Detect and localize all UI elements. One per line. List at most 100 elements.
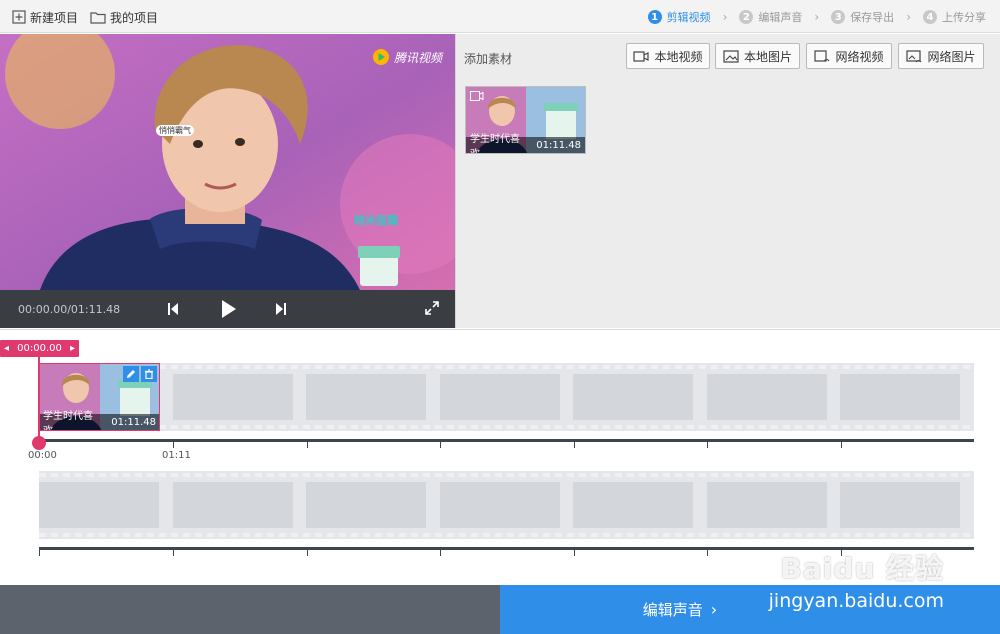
step-label: 保存导出 [850,11,895,24]
chevron-right-icon: › [710,600,718,619]
playhead-line[interactable] [38,357,40,443]
step-label: 上传分享 [942,11,986,24]
ruler-tick [707,442,708,448]
button-label: 网络图片 [927,49,976,64]
ruler-tick [307,550,308,556]
step-upload-share[interactable]: 4 上传分享 [923,9,986,25]
watermark-url: jingyan.baidu.com [768,590,944,612]
my-projects-button[interactable]: 我的项目 [90,8,158,26]
network-image-icon [906,50,922,63]
top-toolbar: 新建项目 我的项目 1 剪辑视频 › 2 编辑声音 › 3 保存导出 › 4 上… [0,0,1000,33]
ruler-tick [307,442,308,448]
thumbnail-caption: 学生时代喜欢... 01:11.48 [466,134,585,153]
material-duration: 01:11.48 [536,139,581,151]
fullscreen-button[interactable] [424,300,440,319]
baidu-watermark: Baidu 经验 [780,552,944,585]
play-icon [222,300,236,318]
skip-forward-icon [276,303,286,315]
video-track[interactable] [39,363,974,431]
pencil-icon [127,370,135,378]
new-project-label: 新建项目 [30,10,79,25]
audio-track[interactable] [39,471,974,539]
empty-slot [440,374,560,420]
timeline-clip[interactable]: 学生时代喜欢... 01:11.48 [39,363,160,431]
empty-slot [39,482,159,528]
materials-title: 添加素材 [464,52,513,66]
chevron-right-icon: › [814,10,820,24]
ruler-tick [841,442,842,448]
step-edit-audio[interactable]: 2 编辑声音 [739,9,802,25]
previous-button[interactable] [166,300,180,321]
trash-icon [145,369,153,379]
empty-slot [173,482,293,528]
empty-slot [707,374,827,420]
clip-duration: 01:11.48 [111,416,156,428]
edit-clip-button[interactable] [123,366,139,382]
button-label: 本地视频 [654,49,703,64]
ruler-tick [574,550,575,556]
ruler-tick [173,442,174,448]
ruler-tick [39,550,40,556]
step-save-export[interactable]: 3 保存导出 [831,9,894,25]
step-number: 4 [923,10,937,24]
materials-panel: 添加素材 本地视频 本地图片 网络视频 网络图片 学生时代喜 01:11.48 [455,34,1000,328]
next-button[interactable] [274,300,288,321]
caret-left-icon: ◂ [4,343,10,354]
step-edit-video[interactable]: 1 剪辑视频 [647,9,711,25]
material-thumbnail[interactable]: 学生时代喜欢... 01:11.48 [465,86,586,154]
empty-slot [440,482,560,528]
video-preview[interactable]: 腾讯视频 悄悄霸气 晓米面霜 [0,34,455,290]
step-number: 1 [647,10,662,24]
ruler-tick [440,442,441,448]
play-logo-icon [373,49,389,65]
network-image-button[interactable]: 网络图片 [898,43,984,69]
empty-slot [840,374,960,420]
video-type-icon [470,91,484,101]
step-indicator: 1 剪辑视频 › 2 编辑声音 › 3 保存导出 › 4 上传分享 [647,8,986,26]
step-number: 3 [831,10,846,24]
new-project-icon [12,10,26,24]
video-add-icon [633,51,650,62]
local-video-button[interactable]: 本地视频 [626,43,710,69]
ruler-tick [440,550,441,556]
playhead-handle[interactable] [32,436,46,450]
empty-slot [306,482,426,528]
chevron-right-icon: › [906,10,911,24]
ruler-tick [574,442,575,448]
empty-slot [306,374,426,420]
empty-slot [573,482,693,528]
new-project-button[interactable]: 新建项目 [12,8,78,26]
step-label: 剪辑视频 [666,11,711,24]
ruler-label: 01:11 [162,450,191,461]
footer-left [0,585,500,634]
material-name: 学生时代喜欢... [470,134,520,153]
local-image-button[interactable]: 本地图片 [715,43,800,69]
network-video-button[interactable]: 网络视频 [806,43,892,69]
fullscreen-icon [425,301,439,315]
time-ruler[interactable] [39,439,974,442]
empty-slot [707,482,827,528]
next-step-label: 编辑声音 [642,601,703,619]
delete-clip-button[interactable] [141,366,157,382]
clip-tools [123,366,157,382]
brand-label: 腾讯视频 [394,50,443,65]
play-button[interactable] [220,298,238,323]
playhead-time[interactable]: ◂ 00:00.00 ▸ [0,340,79,357]
skip-back-icon [168,303,178,315]
player-controls: 00:00.00/01:11.48 [0,290,455,328]
video-frame [0,34,455,290]
folder-icon [90,12,106,24]
ruler-label: 00:00 [28,450,57,461]
step-number: 2 [739,10,754,24]
empty-slot [173,374,293,420]
clip-caption: 学生时代喜欢... 01:11.48 [40,411,159,430]
image-add-icon [723,50,739,63]
playhead-label: 00:00.00 [17,343,62,354]
step-label: 编辑声音 [758,11,803,24]
clip-name: 学生时代喜欢... [43,411,93,430]
chevron-right-icon: › [722,10,728,24]
my-projects-label: 我的项目 [110,10,159,25]
button-label: 本地图片 [743,49,792,64]
timecode: 00:00.00/01:11.48 [18,303,121,316]
product-label: 晓米面霜 [354,214,398,227]
